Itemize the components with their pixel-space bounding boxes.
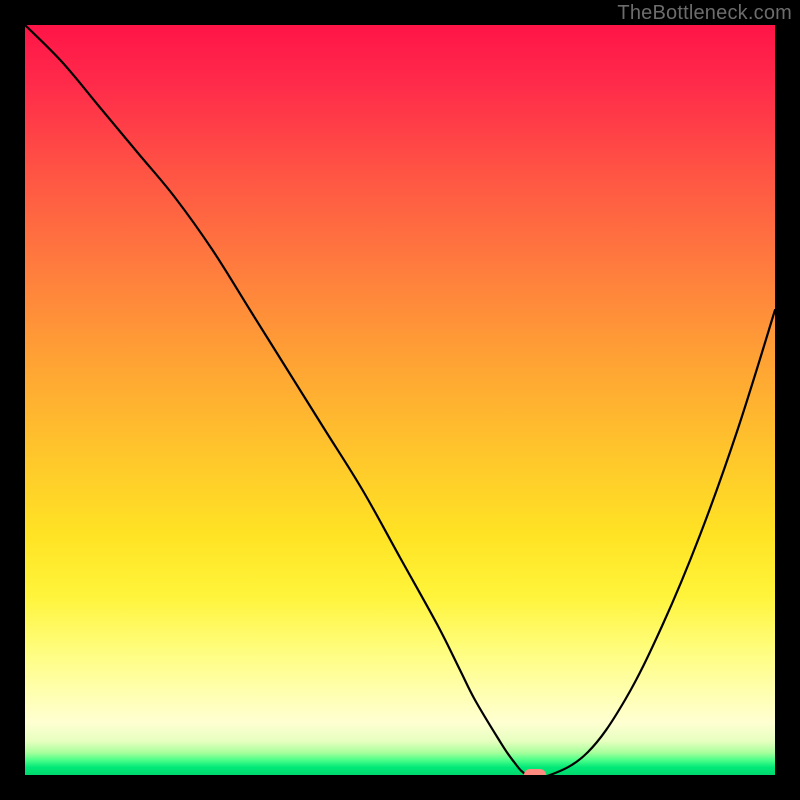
plot-area [25,25,775,775]
bottleneck-line [25,25,775,775]
chart-frame: TheBottleneck.com [0,0,800,800]
optimum-marker [524,769,546,775]
watermark-text: TheBottleneck.com [617,2,792,25]
